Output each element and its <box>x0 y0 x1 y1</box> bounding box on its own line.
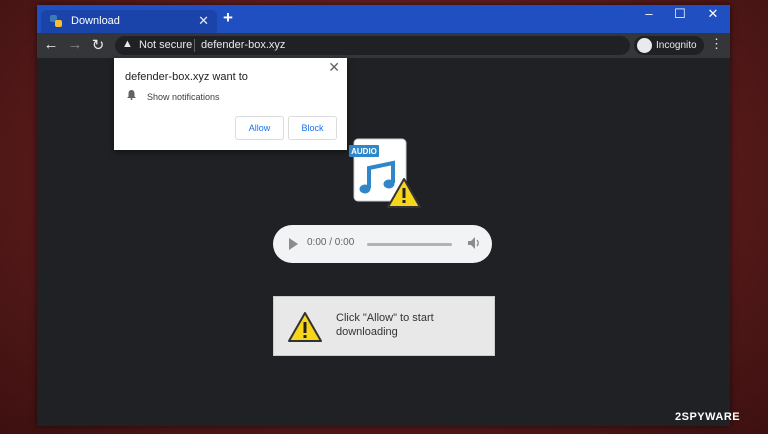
audio-player: 0:00 / 0:00 <box>273 225 492 263</box>
page-content: defender-box.xyz want to ✕ Show notifica… <box>37 58 730 426</box>
forward-button[interactable]: → <box>66 36 84 53</box>
url-text[interactable]: defender-box.xyz <box>201 39 285 51</box>
warning-icon <box>288 312 322 342</box>
watermark: 2SPYWARE <box>675 411 741 423</box>
omnibox-divider <box>194 39 195 52</box>
tab-close-icon[interactable]: ✕ <box>198 13 209 29</box>
download-message: Click "Allow" to start downloading <box>336 312 434 338</box>
warning-triangle-icon[interactable]: ▲ <box>122 38 133 50</box>
tab-title: Download <box>71 15 120 27</box>
block-button[interactable]: Block <box>288 116 337 140</box>
audio-file-warning-icon: AUDIO <box>349 138 421 208</box>
incognito-label: Incognito <box>656 40 697 51</box>
allow-button[interactable]: Allow <box>235 116 284 140</box>
popup-title: defender-box.xyz want to <box>125 71 248 83</box>
bell-icon <box>127 90 136 100</box>
incognito-icon <box>637 38 652 53</box>
python-favicon-icon <box>50 15 62 27</box>
permission-label: Show notifications <box>147 92 220 102</box>
not-secure-label[interactable]: Not secure <box>139 39 192 51</box>
incognito-badge[interactable]: Incognito <box>634 36 704 55</box>
popup-close-icon[interactable]: ✕ <box>328 59 340 76</box>
time-display: 0:00 / 0:00 <box>307 237 355 248</box>
toolbar: ← → ↻ ▲ Not secure defender-box.xyz ☆ In… <box>37 33 730 58</box>
seek-bar[interactable] <box>367 243 452 246</box>
notification-permission-popup: defender-box.xyz want to ✕ Show notifica… <box>114 58 347 150</box>
audio-badge-text: AUDIO <box>351 147 377 156</box>
download-message-box: Click "Allow" to start downloading <box>273 296 495 356</box>
play-icon[interactable] <box>289 238 298 250</box>
minimize-button[interactable]: – <box>634 6 664 21</box>
browser-window: Download ✕ + – ☐ ✕ ← → ↻ ▲ Not secure de… <box>37 5 730 426</box>
window-close-button[interactable]: ✕ <box>698 6 728 22</box>
back-button[interactable]: ← <box>42 36 60 53</box>
maximize-button[interactable]: ☐ <box>665 6 695 22</box>
menu-kebab-icon[interactable]: ⋮ <box>710 36 723 52</box>
title-bar: Download ✕ + – ☐ ✕ <box>37 5 730 33</box>
reload-button[interactable]: ↻ <box>89 36 107 54</box>
address-bar[interactable]: ▲ Not secure defender-box.xyz ☆ <box>115 36 698 55</box>
new-tab-button[interactable]: + <box>223 8 233 28</box>
tab-download[interactable]: Download ✕ <box>41 10 217 33</box>
volume-icon[interactable] <box>467 236 481 250</box>
